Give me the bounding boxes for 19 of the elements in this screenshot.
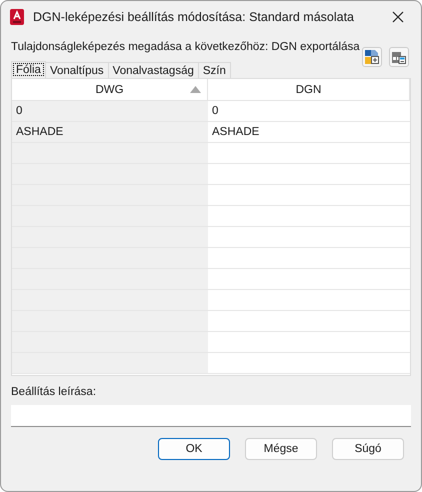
app-icon [9,9,25,25]
add-mapping-button[interactable] [389,47,409,67]
table-cell: 0 [12,101,208,122]
dialog-button[interactable]: Súgó [332,438,404,460]
tab[interactable]: Vonaltípus [44,62,109,78]
column-header[interactable]: DWG [12,79,208,101]
instruction-text: Tulajdonságleképezés megadása a következőhöz: DGN exportálása [11,40,360,53]
window-title: DGN-leképezési beállítás módosítása: Standard másolata [33,10,355,24]
tab[interactable]: Fólia [11,61,46,78]
dialog-button[interactable]: Mégse [245,438,317,460]
column-header[interactable]: DGN [208,79,410,101]
map-properties-button[interactable] [362,47,382,67]
table-cell: ASHADE [12,122,208,143]
tab[interactable]: Vonalvastagság [108,62,199,78]
close-icon[interactable] [392,11,404,23]
description-field[interactable] [11,405,411,427]
description-label: Beállítás leírása: [11,386,98,398]
dialog-button[interactable]: OK [158,438,230,460]
tab[interactable]: Szín [198,62,231,78]
